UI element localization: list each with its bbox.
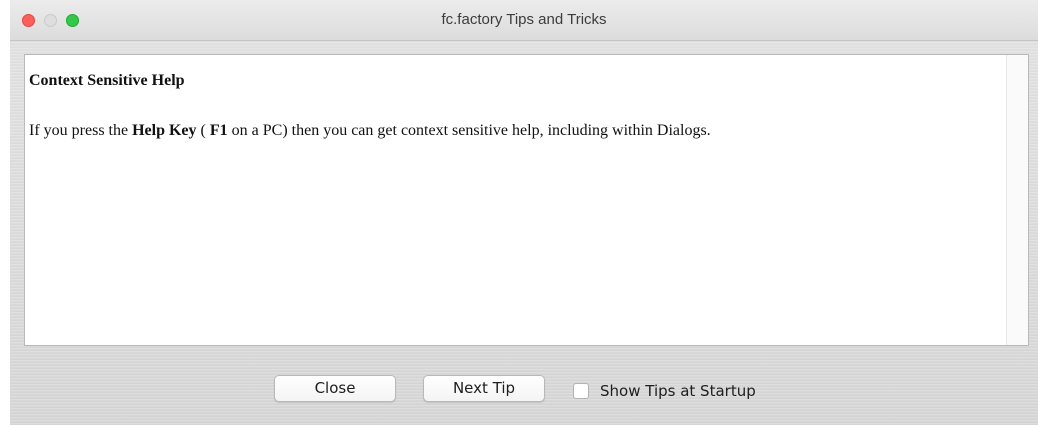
title-bar[interactable]: fc.factory Tips and Tricks [10,0,1038,41]
tip-body: Context Sensitive Help If you press the … [29,72,998,141]
tip-text-prefix: If you press the [29,122,133,139]
tip-f1-key: F1 [209,122,228,139]
tip-text: If you press the Help Key ( F1 on a PC) … [29,121,998,141]
show-tips-at-startup-option[interactable]: Show Tips at Startup [573,382,756,400]
next-tip-button[interactable]: Next Tip [423,375,545,402]
tip-content-panel: Context Sensitive Help If you press the … [24,54,1029,346]
show-tips-at-startup-checkbox[interactable] [573,383,589,399]
show-tips-at-startup-label[interactable]: Show Tips at Startup [600,382,756,400]
tip-heading: Context Sensitive Help [29,72,185,89]
close-button[interactable]: Close [274,375,396,402]
tip-help-key: Help Key [132,122,197,139]
tip-text-suffix: on a PC) then you can get context sensit… [227,122,711,139]
tips-dialog-window: fc.factory Tips and Tricks Context Sensi… [10,0,1038,425]
button-bar: Close Next Tip Show Tips at Startup [10,360,1038,425]
vertical-scrollbar[interactable] [1006,55,1028,345]
tip-text-paren: ( [196,122,210,139]
window-title: fc.factory Tips and Tricks [441,11,607,28]
